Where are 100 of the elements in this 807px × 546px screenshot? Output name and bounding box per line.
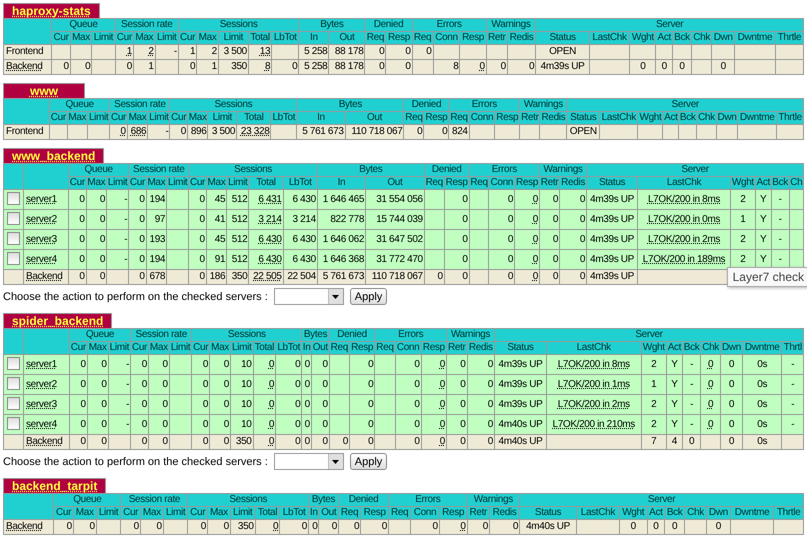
table-cell: 0 [507,60,536,74]
checkbox[interactable] [7,357,20,370]
table-cell: 0 [490,520,520,534]
table-cell: 0 [308,520,319,534]
table-cell: 0 [86,270,107,284]
table-cell: 5 258 [298,60,329,74]
table-cell: 0 [110,124,128,140]
checkbox[interactable] [7,417,20,430]
table-cell: 824 [448,124,470,140]
checkbox[interactable] [7,377,20,390]
column-group-header: Queue [68,164,129,176]
action-label: Choose the action to perform on the checked servers : [3,456,268,468]
checkbox[interactable] [7,397,20,410]
column-group-header: Server [520,494,804,506]
table-cell: 350 [230,520,256,534]
column-header: In [296,112,346,124]
column-header: LastChk [546,342,642,354]
table-cell: 22 504 [283,270,318,284]
table-cell: 0 [424,124,449,140]
table-cell: 0 [210,434,230,450]
table-cell: 5 761 673 [317,270,366,284]
table-cell: 0 [73,520,96,534]
table-cell: 0 [460,60,486,74]
column-group-header: Denied [424,164,470,176]
column-group-header: Warnings [446,328,494,342]
column-group-header: Sessions [170,98,297,112]
section-title-link[interactable]: www_backend [3,148,104,163]
table-cell: 0 [439,520,468,534]
blank-header-cell [24,328,70,354]
column-header: Out [366,176,424,190]
section-title-link[interactable]: backend_tarpit [3,478,106,493]
table-cell: 0 [115,60,134,74]
column-group-header: Denied [338,494,389,506]
table-cell: 0 [444,270,470,284]
table-cell: 0 [712,60,735,74]
apply-button[interactable]: Apply [350,288,388,305]
caret-icon [332,294,340,298]
table-cell: 0 [318,520,338,534]
column-group-header: Denied [329,328,375,342]
column-header: Dwntme [734,32,776,44]
table-cell: 0 [170,124,188,140]
column-header: Total [236,112,271,124]
column-header: In [317,176,366,190]
action-dropdown[interactable] [274,288,344,305]
table-cell: 350 [230,434,254,450]
action-label: Choose the action to perform on the checked servers : [3,290,268,302]
table-cell: - [148,124,170,140]
column-group-header: Sessions [192,328,302,342]
column-group-header: Bytes [317,164,424,176]
row-label: Frontend [4,124,50,140]
column-header: Dwntme [738,112,777,124]
column-header: Status [494,342,546,354]
table-cell: 0 [467,520,490,534]
column-header: Out [345,112,404,124]
column-group-header: Server [494,328,804,342]
table-cell: 0 [630,60,656,74]
table-cell: 22 505 [248,270,284,284]
table-cell: 0 [120,520,140,534]
checkbox[interactable] [7,252,20,266]
table-cell: 0 [69,434,88,450]
backend-link[interactable]: Backend [4,520,54,534]
table-cell: 7 [641,434,666,450]
backend-link[interactable]: Backend [24,270,69,284]
table-cell: 0 [280,520,309,534]
column-group-header: Errors [388,494,468,506]
table-cell: 0 [349,434,375,450]
table-cell: 0 [188,270,206,284]
column-group-header: Sessions [178,18,299,32]
table-cell: 0 [329,434,350,450]
table-cell: 0 [188,520,208,534]
table-cell: 0 [682,434,701,450]
table-cell: 0 [311,434,330,450]
action-dropdown[interactable] [274,453,344,470]
table-cell: 0 [54,520,74,534]
column-header: Dwntme [742,342,782,354]
tooltip: Layer7 check [726,267,807,287]
table-cell: 0 [360,520,389,534]
checkbox[interactable] [7,232,20,246]
table-cell: 0 [486,60,508,74]
column-group-header: Queue [52,18,116,32]
column-group-header: Errors [448,98,520,112]
column-group-header: Errors [374,328,447,342]
table-cell: 0 [70,60,92,74]
backend-link[interactable]: Backend [24,434,70,450]
section-title-link[interactable]: spider_backend [3,313,112,328]
column-group-header: Warnings [467,494,520,506]
checkbox[interactable] [7,192,20,206]
table-cell: 4m40s UP [520,520,576,534]
apply-button[interactable]: Apply [350,453,388,470]
table-cell: 3 500 [208,124,237,140]
table-cell: 5 761 673 [296,124,346,140]
checkbox[interactable] [7,212,20,226]
section-title-link[interactable]: haproxy-stats [3,3,100,18]
column-group-header: Warnings [539,164,587,176]
backend-link[interactable]: Backend [4,60,52,74]
table-cell: 8 [248,60,272,74]
column-header: LastChk [638,176,730,190]
column-header: Dwntme [730,506,774,520]
section-title-link[interactable]: www [3,83,85,98]
column-group-header: Server [536,18,804,32]
